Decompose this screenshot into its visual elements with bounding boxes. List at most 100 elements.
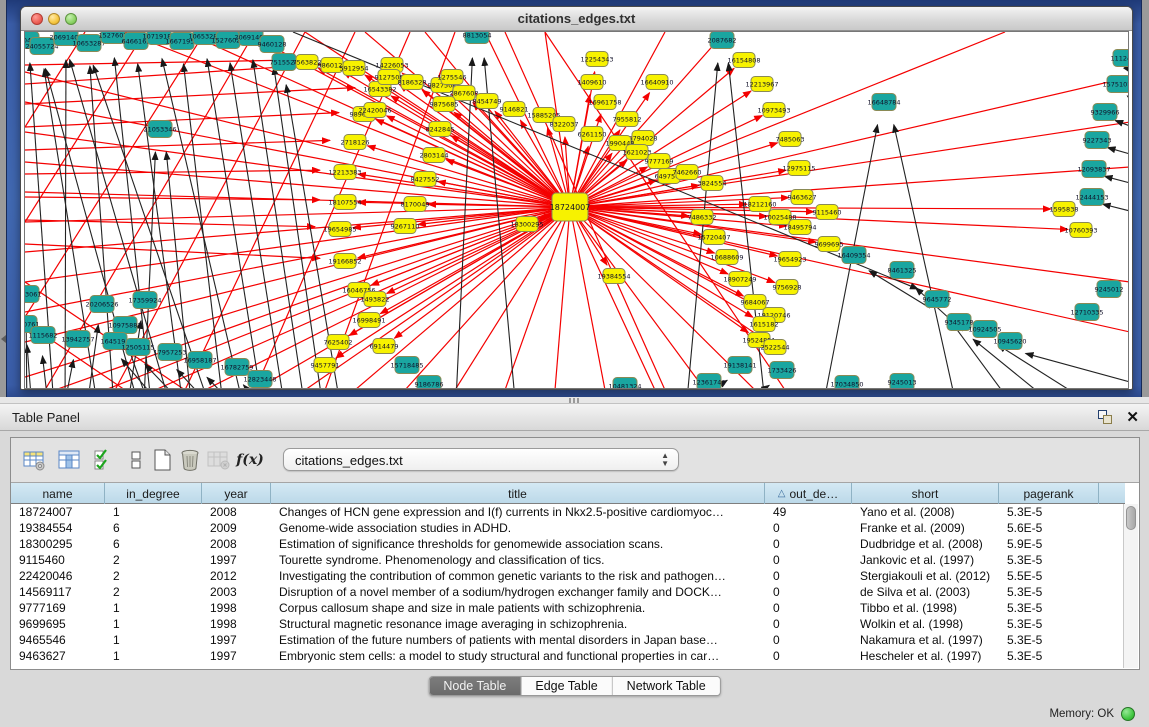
graph-node-teal[interactable]: 21053346 — [143, 121, 176, 138]
scrollbar-thumb[interactable] — [1126, 506, 1136, 530]
table-cell[interactable]: Changes of HCN gene expression and I(f) … — [271, 504, 765, 520]
table-cell[interactable]: Structural magnetic resonance image aver… — [271, 616, 765, 632]
graph-node-yellow[interactable]: 3824554 — [698, 176, 727, 191]
graph-node-teal[interactable]: 1112484 — [1111, 50, 1129, 67]
table-cell[interactable]: 0 — [765, 552, 852, 568]
graph-node-teal[interactable]: 9645772 — [923, 291, 952, 308]
column-header-short[interactable]: short — [852, 483, 999, 504]
table-cell[interactable]: Disruption of a novel member of a sodium… — [271, 584, 765, 600]
graph-node-yellow[interactable]: 8427552 — [411, 172, 440, 187]
graph-node-yellow[interactable]: 1595838 — [1050, 202, 1079, 217]
table-cell[interactable]: 9115460 — [11, 552, 105, 568]
table-cell[interactable]: 2009 — [202, 520, 271, 536]
graph-node-teal[interactable]: 17034850 — [830, 376, 863, 390]
graph-node-teal[interactable]: 9460128 — [258, 36, 287, 53]
delete-icon[interactable] — [177, 447, 203, 473]
table-cell[interactable]: Stergiakouli et al. (2012) — [852, 568, 999, 584]
graph-node-yellow[interactable]: 9146821 — [500, 102, 529, 117]
table-cell[interactable]: 0 — [765, 648, 852, 664]
table-cell[interactable]: 1998 — [202, 600, 271, 616]
column-header-name[interactable]: name — [11, 483, 105, 504]
graph-node-yellow[interactable]: 10760393 — [1064, 223, 1097, 238]
vertical-scrollbar[interactable] — [1123, 504, 1138, 668]
graph-node-yellow[interactable]: 9267110 — [391, 219, 420, 234]
column-header-year[interactable]: year — [202, 483, 271, 504]
graph-node-teal[interactable]: 16958187 — [183, 352, 216, 369]
tab-network-table[interactable]: Network Table — [613, 677, 720, 695]
table-cell[interactable]: 1 — [105, 504, 202, 520]
table-cell[interactable]: Hescheler et al. (1997) — [852, 648, 999, 664]
graph-node-teal[interactable]: 10975887 — [108, 317, 141, 334]
table-row[interactable]: 2242004622012Investigating the contribut… — [11, 568, 1125, 584]
panel-collapse-handle[interactable] — [1, 335, 6, 343]
select-all-icon[interactable] — [91, 447, 117, 473]
graph-node-yellow[interactable]: 8454749 — [473, 94, 502, 109]
table-cell[interactable]: 5.3E-5 — [999, 616, 1099, 632]
table-cell[interactable]: Tibbo et al. (1998) — [852, 600, 999, 616]
graph-node-yellow[interactable]: 1409610 — [578, 75, 607, 90]
graph-node-yellow[interactable]: 2803144 — [420, 148, 449, 163]
table-cell[interactable]: Dudbridge et al. (2008) — [852, 536, 999, 552]
graph-node-yellow[interactable]: 19654985 — [323, 222, 356, 237]
graph-node-yellow[interactable]: 16640910 — [640, 75, 673, 90]
graph-node-yellow[interactable]: 9457791 — [311, 358, 340, 373]
graph-node-yellow[interactable]: 19384554 — [597, 269, 630, 284]
graph-node-teal[interactable]: 9186786 — [415, 376, 444, 390]
table-cell[interactable]: Corpus callosum shape and size in male p… — [271, 600, 765, 616]
graph-node-teal[interactable]: 20206526 — [85, 296, 118, 313]
graph-node-yellow[interactable]: 1493822 — [361, 292, 390, 307]
table-cell[interactable]: Genome-wide association studies in ADHD. — [271, 520, 765, 536]
table-cell[interactable]: Investigating the contribution of common… — [271, 568, 765, 584]
table-cell[interactable]: 2008 — [202, 504, 271, 520]
table-cell[interactable]: Estimation of the future numbers of pati… — [271, 632, 765, 648]
graph-node-teal[interactable]: 12823448 — [243, 371, 276, 388]
table-cell[interactable]: 2 — [105, 584, 202, 600]
table-cell[interactable]: 0 — [765, 616, 852, 632]
graph-node-teal[interactable]: 9227343 — [1083, 132, 1112, 149]
graph-node-yellow[interactable]: 10688609 — [710, 250, 743, 265]
graph-node-teal[interactable]: 9245012 — [1095, 281, 1124, 298]
table-cell[interactable]: 5.3E-5 — [999, 600, 1099, 616]
graph-node-yellow[interactable]: 7485063 — [776, 132, 805, 147]
column-header-out_de[interactable]: △out_de… — [765, 483, 852, 504]
graph-node-yellow[interactable]: 12975115 — [782, 161, 815, 176]
graph-node-teal[interactable]: 12444153 — [1075, 189, 1108, 206]
graph-node-yellow[interactable]: 9875685 — [430, 97, 459, 112]
graph-node-yellow[interactable]: 9463627 — [788, 190, 817, 205]
table-cell[interactable]: 0 — [765, 600, 852, 616]
graph-node-yellow[interactable]: 8170049 — [401, 197, 430, 212]
graph-node-yellow[interactable]: 7625402 — [324, 335, 353, 350]
column-header-in_degree[interactable]: in_degree — [105, 483, 202, 504]
graph-node-yellow[interactable]: 16154808 — [727, 53, 760, 68]
table-cell[interactable]: 0 — [765, 568, 852, 584]
graph-node-yellow[interactable]: 16961758 — [588, 95, 621, 110]
graph-node-yellow[interactable]: 8186328 — [398, 75, 427, 90]
column-header-title[interactable]: title — [271, 483, 765, 504]
table-cell[interactable]: 1 — [105, 616, 202, 632]
graph-node-teal[interactable]: 1733426 — [768, 362, 797, 379]
table-cell[interactable]: 19384554 — [11, 520, 105, 536]
graph-node-yellow[interactable]: 12254343 — [580, 52, 613, 67]
split-drag-handle[interactable] — [569, 398, 581, 403]
table-cell[interactable]: 1 — [105, 648, 202, 664]
graph-node-teal[interactable]: 12710335 — [1070, 304, 1103, 321]
graph-node-hub[interactable]: 18724007 — [550, 193, 591, 221]
table-cell[interactable]: Tourette syndrome. Phenomenology and cla… — [271, 552, 765, 568]
graph-node-yellow[interactable]: 7955812 — [613, 112, 642, 127]
table-cell[interactable]: Wolkin et al. (1998) — [852, 616, 999, 632]
table-cell[interactable]: 2 — [105, 552, 202, 568]
graph-node-yellow[interactable]: 1615182 — [750, 317, 779, 332]
table-cell[interactable]: 9463627 — [11, 648, 105, 664]
table-row[interactable]: 946554611997Estimation of the future num… — [11, 632, 1125, 648]
graph-node-yellow[interactable]: 10973493 — [757, 103, 790, 118]
graph-node-teal[interactable]: 12361742 — [692, 374, 725, 390]
table-cell[interactable]: 0 — [765, 536, 852, 552]
graph-node-yellow[interactable]: 18107554 — [328, 195, 361, 210]
clear-selection-icon[interactable] — [123, 447, 149, 473]
graph-node-teal[interactable]: 17957253 — [153, 344, 186, 361]
float-panel-icon[interactable] — [1098, 410, 1113, 425]
table-cell[interactable]: 0 — [765, 632, 852, 648]
function-builder-icon[interactable]: f(x) — [237, 447, 263, 473]
table-settings-icon[interactable] — [21, 447, 47, 473]
graph-node-yellow[interactable]: 9684067 — [741, 295, 770, 310]
